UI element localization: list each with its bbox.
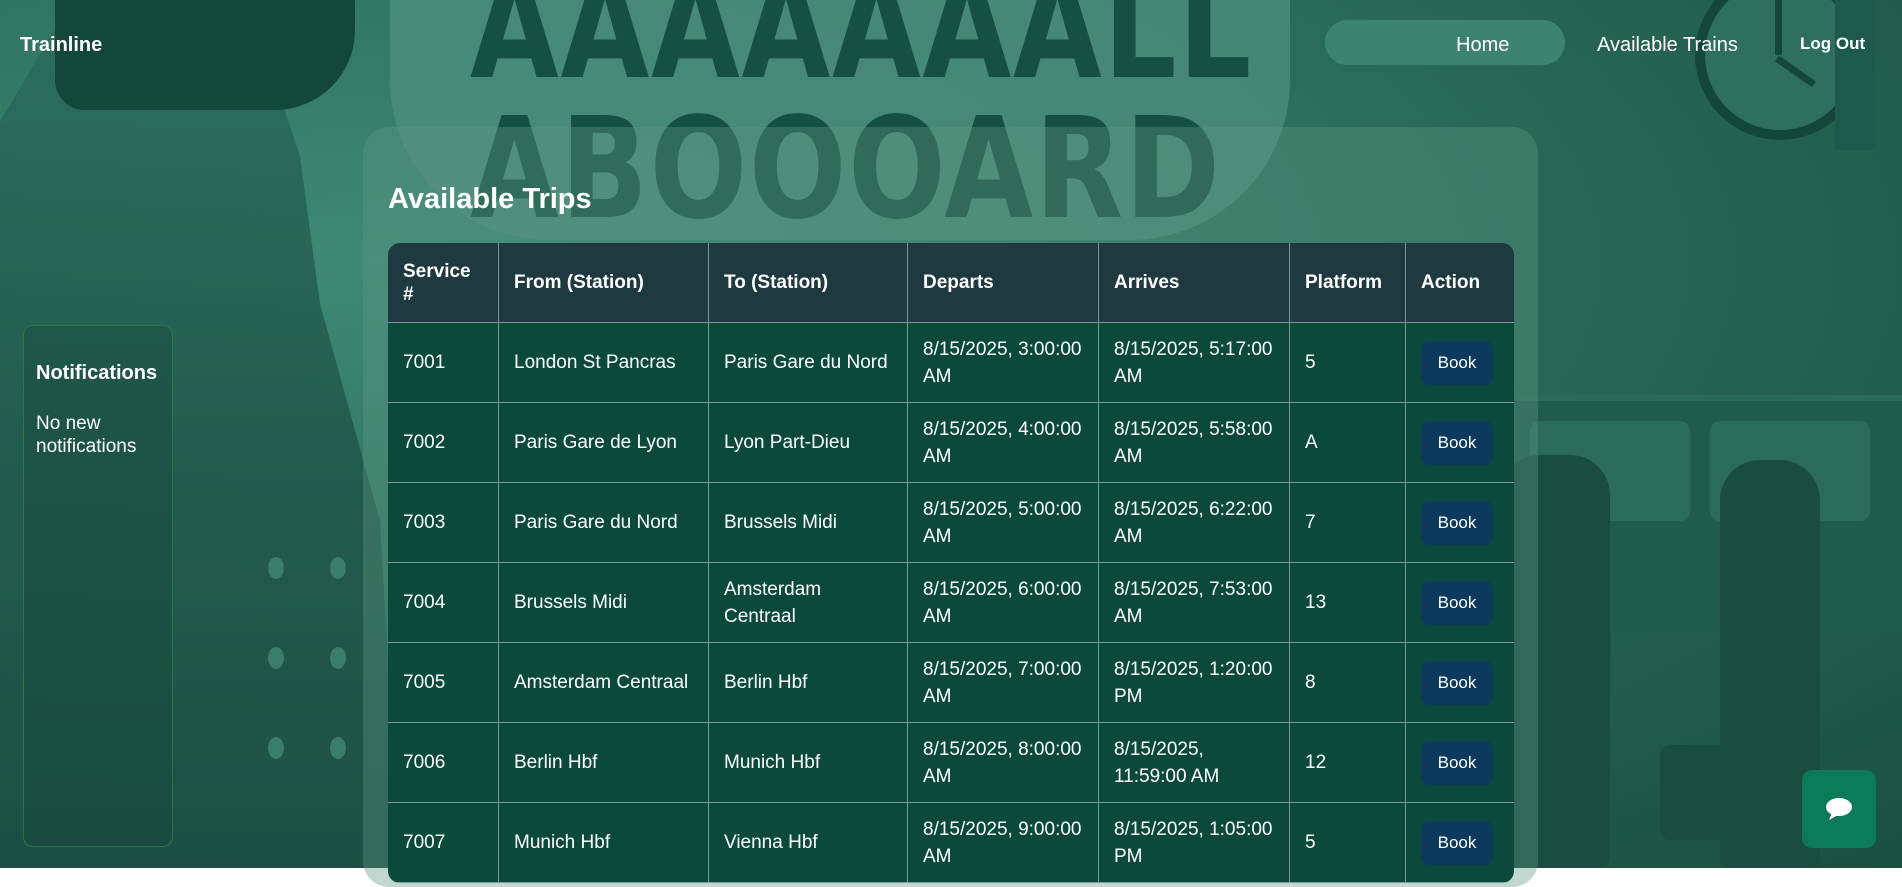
cell-action: Book: [1406, 803, 1514, 883]
notifications-panel: Notifications No new notifications: [23, 325, 173, 847]
book-button[interactable]: Book: [1421, 741, 1493, 785]
cell-action: Book: [1406, 723, 1514, 803]
book-button[interactable]: Book: [1421, 661, 1493, 705]
cell-service: 7003: [388, 483, 499, 563]
cell-action: Book: [1406, 643, 1514, 723]
nav-home-link[interactable]: Home: [1456, 34, 1509, 57]
cell-departs: 8/15/2025, 9:00:00 AM: [908, 803, 1099, 883]
cell-departs: 8/15/2025, 7:00:00 AM: [908, 643, 1099, 723]
cell-arrives: 8/15/2025, 1:20:00 PM: [1099, 643, 1290, 723]
cell-from: Berlin Hbf: [499, 723, 709, 803]
cell-platform: 8: [1290, 643, 1406, 723]
cell-departs: 8/15/2025, 4:00:00 AM: [908, 403, 1099, 483]
coat-button: [330, 647, 346, 669]
cell-platform: 5: [1290, 323, 1406, 403]
cell-to: Lyon Part-Dieu: [709, 403, 908, 483]
book-button[interactable]: Book: [1421, 341, 1493, 385]
cell-action: Book: [1406, 403, 1514, 483]
book-button[interactable]: Book: [1421, 581, 1493, 625]
table-row: 7003 Paris Gare du Nord Brussels Midi 8/…: [388, 483, 1514, 563]
coat-button: [330, 737, 346, 759]
page-title: Available Trips: [388, 183, 592, 216]
book-button[interactable]: Book: [1421, 421, 1493, 465]
cell-service: 7005: [388, 643, 499, 723]
brand-logo[interactable]: Trainline: [20, 34, 102, 57]
cell-from: Paris Gare de Lyon: [499, 403, 709, 483]
cell-to: Berlin Hbf: [709, 643, 908, 723]
book-button[interactable]: Book: [1421, 821, 1493, 865]
chat-bubble-icon: [1824, 796, 1854, 822]
cell-service: 7004: [388, 563, 499, 643]
coat-button: [268, 647, 284, 669]
cell-platform: 7: [1290, 483, 1406, 563]
cell-departs: 8/15/2025, 5:00:00 AM: [908, 483, 1099, 563]
table-row: 7002 Paris Gare de Lyon Lyon Part-Dieu 8…: [388, 403, 1514, 483]
cell-from: Munich Hbf: [499, 803, 709, 883]
cell-arrives: 8/15/2025, 7:53:00 AM: [1099, 563, 1290, 643]
cell-from: London St Pancras: [499, 323, 709, 403]
table-row: 7001 London St Pancras Paris Gare du Nor…: [388, 323, 1514, 403]
cell-service: 7002: [388, 403, 499, 483]
cell-departs: 8/15/2025, 3:00:00 AM: [908, 323, 1099, 403]
column-header-to: To (Station): [709, 243, 908, 323]
cell-platform: 12: [1290, 723, 1406, 803]
coat-button: [268, 557, 284, 579]
cell-arrives: 8/15/2025, 5:58:00 AM: [1099, 403, 1290, 483]
logout-link[interactable]: Log Out: [1800, 34, 1865, 54]
column-header-service: Service #: [388, 243, 499, 323]
top-navbar: Trainline Home Available Trains Log Out: [0, 0, 1902, 90]
cell-departs: 8/15/2025, 6:00:00 AM: [908, 563, 1099, 643]
cell-service: 7001: [388, 323, 499, 403]
cell-from: Brussels Midi: [499, 563, 709, 643]
cell-to: Amsterdam Centraal: [709, 563, 908, 643]
column-header-arrives: Arrives: [1099, 243, 1290, 323]
cell-to: Paris Gare du Nord: [709, 323, 908, 403]
cell-departs: 8/15/2025, 8:00:00 AM: [908, 723, 1099, 803]
table-row: 7005 Amsterdam Centraal Berlin Hbf 8/15/…: [388, 643, 1514, 723]
coat-button: [268, 737, 284, 759]
cell-platform: 5: [1290, 803, 1406, 883]
cell-arrives: 8/15/2025, 5:17:00 AM: [1099, 323, 1290, 403]
table-row: 7006 Berlin Hbf Munich Hbf 8/15/2025, 8:…: [388, 723, 1514, 803]
column-header-platform: Platform: [1290, 243, 1406, 323]
cell-from: Amsterdam Centraal: [499, 643, 709, 723]
cell-arrives: 8/15/2025, 11:59:00 AM: [1099, 723, 1290, 803]
table-header-row: Service # From (Station) To (Station) De…: [388, 243, 1514, 323]
column-header-action: Action: [1406, 243, 1514, 323]
trips-table: Service # From (Station) To (Station) De…: [388, 243, 1514, 883]
cell-action: Book: [1406, 563, 1514, 643]
book-button[interactable]: Book: [1421, 501, 1493, 545]
cell-to: Vienna Hbf: [709, 803, 908, 883]
notifications-title: Notifications: [36, 362, 157, 385]
chat-button[interactable]: [1802, 770, 1876, 848]
cell-platform: 13: [1290, 563, 1406, 643]
column-header-departs: Departs: [908, 243, 1099, 323]
cell-to: Munich Hbf: [709, 723, 908, 803]
cell-platform: A: [1290, 403, 1406, 483]
cell-action: Book: [1406, 483, 1514, 563]
cell-service: 7006: [388, 723, 499, 803]
notifications-message: No new notifications: [36, 412, 166, 458]
cell-arrives: 8/15/2025, 6:22:00 AM: [1099, 483, 1290, 563]
column-header-from: From (Station): [499, 243, 709, 323]
suitcase-shape: [1660, 745, 1760, 840]
cell-to: Brussels Midi: [709, 483, 908, 563]
cell-action: Book: [1406, 323, 1514, 403]
cell-service: 7007: [388, 803, 499, 883]
nav-available-trains-link[interactable]: Available Trains: [1597, 34, 1738, 57]
cell-arrives: 8/15/2025, 1:05:00 PM: [1099, 803, 1290, 883]
coat-button: [330, 557, 346, 579]
table-row: 7007 Munich Hbf Vienna Hbf 8/15/2025, 9:…: [388, 803, 1514, 883]
table-row: 7004 Brussels Midi Amsterdam Centraal 8/…: [388, 563, 1514, 643]
cell-from: Paris Gare du Nord: [499, 483, 709, 563]
